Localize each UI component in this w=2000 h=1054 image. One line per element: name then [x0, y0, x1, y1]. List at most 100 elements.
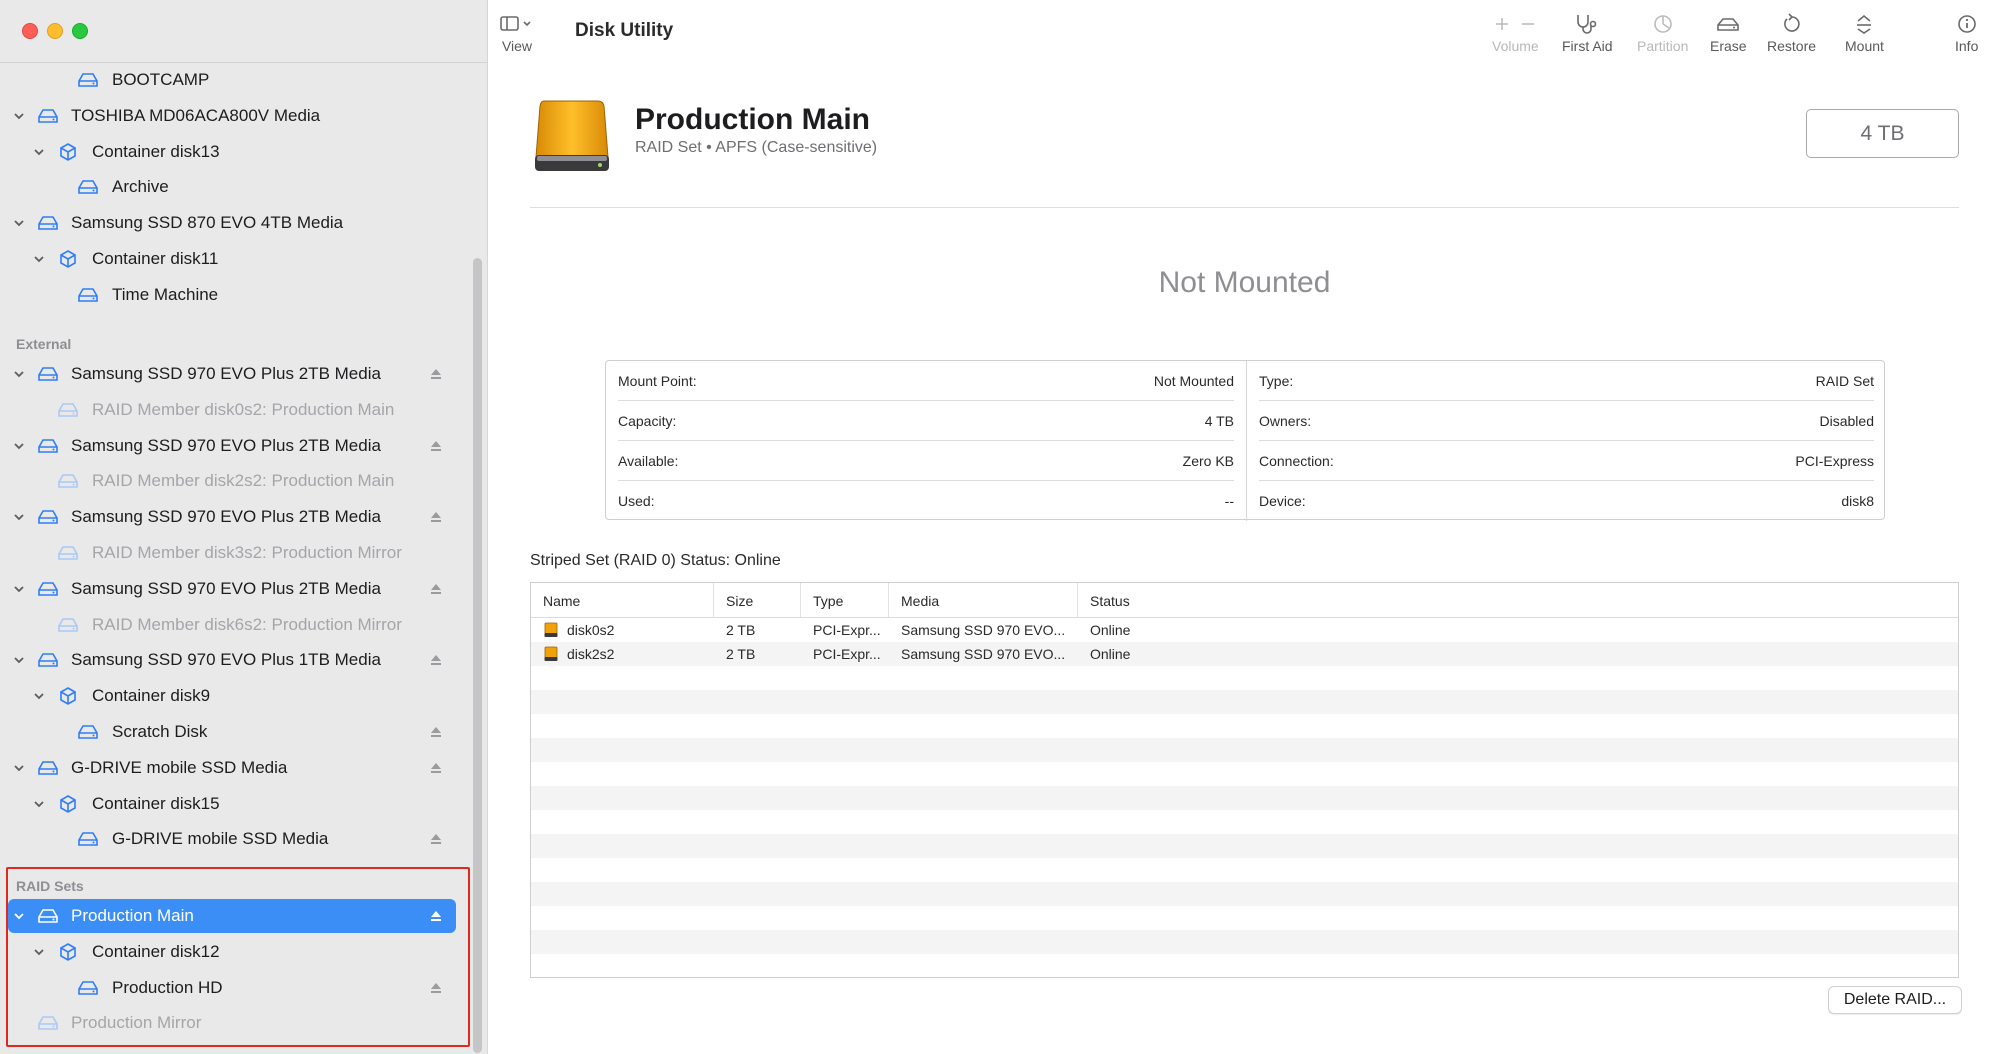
sidebar-item[interactable]: Container disk12 — [0, 935, 470, 969]
chevron-down-icon[interactable] — [10, 107, 28, 125]
erase-label: Erase — [1710, 38, 1747, 54]
sidebar-item-label: Samsung SSD 870 EVO 4TB Media — [71, 213, 344, 233]
sidebar-item[interactable]: Scratch Disk — [0, 715, 470, 749]
sidebar-item[interactable]: Samsung SSD 970 EVO Plus 2TB Media — [0, 572, 470, 606]
restore-icon — [1781, 10, 1803, 38]
info-row: Connection: PCI-Express — [1259, 441, 1874, 481]
chevron-down-icon[interactable] — [10, 214, 28, 232]
container-icon — [56, 249, 80, 269]
sidebar-item-label: BOOTCAMP — [112, 70, 210, 89]
volume-button[interactable]: Volume — [1492, 10, 1539, 54]
cell-text: Online — [1090, 646, 1131, 662]
volume-icon — [56, 400, 80, 420]
chevron-down-icon[interactable] — [10, 508, 28, 526]
sidebar-item[interactable]: RAID Member disk2s2: Production Main — [0, 464, 470, 498]
sidebar-item[interactable]: RAID Member disk0s2: Production Main — [0, 393, 470, 427]
chevron-down-icon[interactable] — [10, 759, 28, 777]
delete-raid-button[interactable]: Delete RAID... — [1828, 986, 1962, 1014]
drive-icon — [36, 364, 60, 384]
eject-icon[interactable] — [428, 438, 444, 454]
eject-icon[interactable] — [428, 724, 444, 740]
zoom-window-button[interactable] — [72, 23, 88, 39]
column-header-media[interactable]: Media — [889, 583, 1078, 618]
cell-size: 2 TB — [726, 642, 755, 666]
sidebar-item[interactable]: Production Main — [8, 899, 456, 933]
sidebar-item[interactable]: Container disk13 — [0, 135, 470, 169]
column-header-size[interactable]: Size — [714, 583, 801, 618]
raid-status-text: Striped Set (RAID 0) Status: Online — [530, 552, 781, 569]
table-row[interactable]: disk0s2 2 TB PCI-Expr... Samsung SSD 970 EV… — [531, 618, 1958, 642]
eject-icon[interactable] — [428, 831, 444, 847]
sidebar-item[interactable]: RAID Member disk3s2: Production Mirror — [0, 536, 470, 570]
sidebar-item-label: Container disk15 — [92, 793, 220, 813]
mount-button[interactable]: Mount — [1845, 10, 1884, 54]
restore-button[interactable]: Restore — [1767, 10, 1816, 54]
chevron-down-icon[interactable] — [10, 580, 28, 598]
sidebar-item-label: Container disk9 — [92, 686, 211, 706]
container-icon — [56, 942, 80, 962]
close-window-button[interactable] — [22, 23, 38, 39]
view-button[interactable]: View — [500, 10, 534, 54]
chevron-down-icon[interactable] — [30, 250, 48, 268]
eject-icon[interactable] — [428, 366, 444, 382]
chevron-down-icon[interactable] — [10, 365, 28, 383]
cell-text: PCI-Expr... — [813, 646, 881, 662]
stethoscope-icon — [1574, 10, 1600, 38]
sidebar-item[interactable]: Samsung SSD 870 EVO 4TB Media — [0, 206, 470, 240]
first-aid-button[interactable]: First Aid — [1562, 10, 1613, 54]
chevron-down-icon[interactable] — [10, 651, 28, 669]
sidebar-item[interactable]: Production Mirror — [0, 1006, 470, 1040]
sidebar-item-label: G-DRIVE mobile SSD Media — [71, 757, 288, 777]
sidebar-item[interactable]: Production HD — [0, 971, 470, 1005]
sidebar-item[interactable]: Samsung SSD 970 EVO Plus 2TB Media — [0, 500, 470, 534]
info-row: Capacity: 4 TB — [618, 401, 1234, 441]
sidebar-item[interactable]: Samsung SSD 970 EVO Plus 1TB Media — [0, 643, 470, 677]
sidebar-toggle-icon — [500, 10, 534, 38]
sidebar-item[interactable]: TOSHIBA MD06ACA800V Media — [0, 99, 470, 133]
eject-icon[interactable] — [428, 509, 444, 525]
minimize-window-button[interactable] — [47, 23, 63, 39]
volume-icon — [76, 177, 100, 197]
container-icon — [56, 142, 80, 162]
table-row[interactable]: disk2s2 2 TB PCI-Expr... Samsung SSD 970 EV… — [531, 642, 1958, 666]
sidebar-item[interactable]: G-DRIVE mobile SSD Media — [0, 822, 470, 856]
chevron-down-icon[interactable] — [30, 687, 48, 705]
sidebar-item[interactable]: Time Machine — [0, 278, 470, 312]
column-header-name[interactable]: Name — [531, 583, 714, 618]
sidebar-item-label: Container disk12 — [92, 941, 220, 961]
sidebar-item[interactable]: BOOTCAMP — [0, 63, 470, 97]
sidebar-scrollbar[interactable] — [473, 258, 482, 1053]
sidebar-item[interactable]: Container disk15 — [0, 787, 470, 821]
chevron-down-icon[interactable] — [30, 943, 48, 961]
chevron-down-icon[interactable] — [30, 795, 48, 813]
volume-icon — [76, 978, 100, 998]
sidebar-item[interactable]: Container disk9 — [0, 679, 470, 713]
sidebar-item[interactable]: RAID Member disk6s2: Production Mirror — [0, 608, 470, 642]
eject-icon[interactable] — [428, 760, 444, 776]
info-button[interactable]: Info — [1955, 10, 1978, 54]
partition-button[interactable]: Partition — [1637, 10, 1688, 54]
column-header-status[interactable]: Status — [1078, 583, 1958, 618]
sidebar-item[interactable]: Archive — [0, 170, 470, 204]
chevron-down-icon[interactable] — [10, 437, 28, 455]
column-header-type[interactable]: Type — [801, 583, 889, 618]
sidebar-section-label: External — [16, 336, 72, 352]
eject-icon[interactable] — [428, 908, 444, 924]
eject-icon[interactable] — [428, 980, 444, 996]
erase-button[interactable]: Erase — [1710, 10, 1747, 54]
sidebar-item[interactable]: Samsung SSD 970 EVO Plus 2TB Media — [0, 429, 470, 463]
info-key: Mount Point: — [618, 372, 697, 389]
sidebar-item[interactable]: G-DRIVE mobile SSD Media — [0, 751, 470, 785]
eject-icon[interactable] — [428, 652, 444, 668]
info-key: Used: — [618, 493, 655, 509]
first-aid-label: First Aid — [1562, 38, 1613, 54]
container-icon — [56, 686, 80, 706]
chevron-down-icon[interactable] — [30, 143, 48, 161]
drive-icon — [36, 106, 60, 126]
cell-text: PCI-Expr... — [813, 622, 881, 638]
eject-icon[interactable] — [428, 581, 444, 597]
sidebar-item[interactable]: Samsung SSD 970 EVO Plus 2TB Media — [0, 357, 470, 391]
chevron-down-icon[interactable] — [10, 907, 28, 925]
sidebar-item[interactable]: Container disk11 — [0, 242, 470, 276]
cell-text: Samsung SSD 970 EVO... — [901, 622, 1066, 638]
